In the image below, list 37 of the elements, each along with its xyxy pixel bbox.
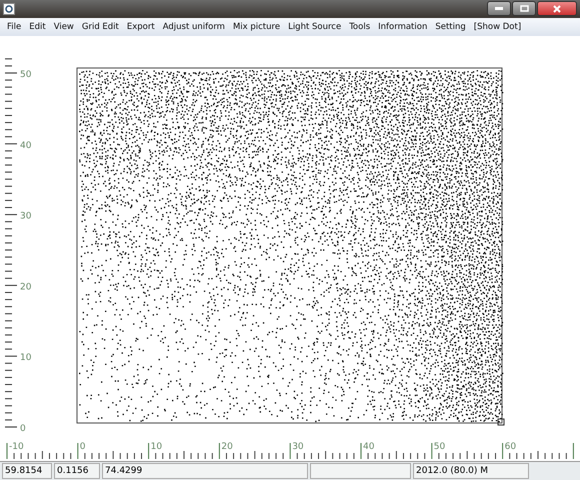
menu-item[interactable]: Adjust uniform <box>162 22 225 32</box>
menu-item[interactable]: Edit <box>29 22 46 32</box>
maximize-icon <box>520 5 528 12</box>
ruler-label: 10 <box>20 353 32 364</box>
ruler-label: 40 <box>20 140 32 151</box>
ruler-label: 30 <box>20 212 32 222</box>
ruler-label: 0 <box>80 442 86 452</box>
menu-item[interactable]: Light Source <box>288 22 342 32</box>
status-field: 74.4299 <box>102 463 308 480</box>
minimize-icon <box>495 7 503 10</box>
menu-item[interactable]: File <box>7 22 22 32</box>
ruler-label: 0 <box>20 424 26 434</box>
minimize-button[interactable] <box>487 1 511 16</box>
ruler-label: 20 <box>221 442 233 452</box>
ruler-label: 20 <box>20 282 32 292</box>
ruler-label: 30 <box>292 442 304 452</box>
status-field: 2012.0 (80.0) M <box>413 463 529 480</box>
menu-item[interactable]: Grid Edit <box>82 22 119 32</box>
ruler-label: 50 <box>20 70 32 80</box>
maximize-button[interactable] <box>512 1 536 16</box>
menu-item[interactable]: Setting <box>435 22 466 32</box>
status-field: 59.8154 <box>2 463 52 480</box>
menu-item[interactable]: Tools <box>349 22 370 32</box>
menu-item[interactable]: Information <box>378 22 428 32</box>
ruler-label: 10 <box>150 442 162 452</box>
ruler-label: -10 <box>9 442 24 452</box>
ruler-label: 50 <box>434 442 446 452</box>
menu-item[interactable]: View <box>54 22 74 32</box>
app-icon <box>3 2 15 15</box>
ruler-label: 40 <box>363 442 374 452</box>
menu-item[interactable]: Export <box>126 22 155 32</box>
close-button[interactable] <box>537 1 577 16</box>
menu-item[interactable]: Mix picture <box>232 22 280 32</box>
ruler-label: 60 <box>504 442 516 452</box>
close-icon <box>553 4 561 13</box>
menu-item[interactable]: [Show Dot] <box>474 22 522 32</box>
status-field: 0.1156 <box>54 463 100 480</box>
